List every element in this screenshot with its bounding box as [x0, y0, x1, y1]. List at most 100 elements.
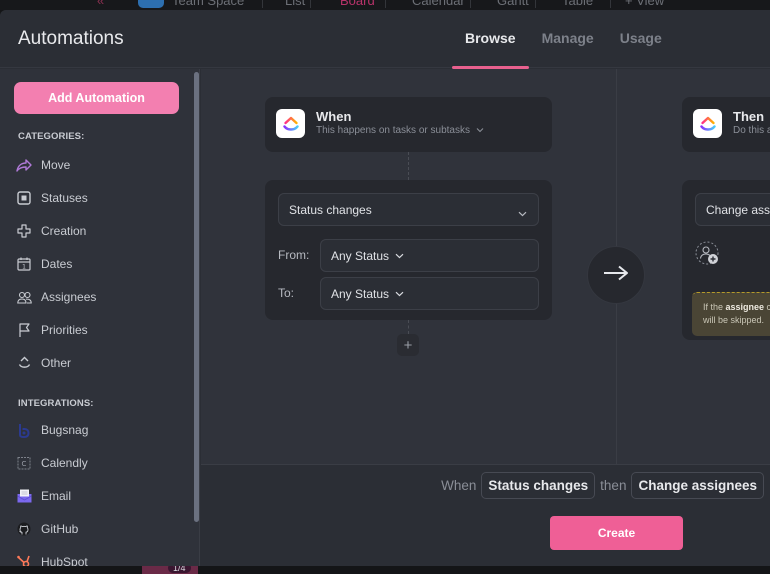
calendly-icon: C	[16, 455, 32, 471]
action-select[interactable]: Change assig	[695, 193, 770, 226]
categories-label: CATEGORIES:	[18, 131, 85, 142]
when-subtitle: This happens on tasks or subtasks	[316, 125, 470, 136]
modal-header: Automations Browse Manage Usage	[0, 10, 770, 69]
summary-then-word: then	[600, 478, 627, 493]
sidebar-item-assignees[interactable]: Assignees	[14, 285, 184, 309]
email-icon	[16, 488, 32, 504]
divider	[262, 0, 263, 8]
plus-outline-icon	[16, 223, 32, 239]
sidebar-item-github[interactable]: GitHub	[14, 517, 184, 541]
sidebar-item-dates[interactable]: 1 Dates	[14, 252, 184, 276]
add-view-button[interactable]: + View	[625, 0, 664, 8]
modal-title: Automations	[18, 28, 124, 49]
clickup-logo-icon	[276, 109, 305, 138]
tab-usage[interactable]: Usage	[607, 10, 675, 68]
sidebar-item-label: GitHub	[41, 522, 79, 536]
sidebar-item-calendly[interactable]: C Calendly	[14, 451, 184, 475]
sidebar-item-label: Priorities	[41, 323, 88, 337]
add-assignee-button[interactable]	[695, 241, 721, 272]
chevron-down-icon	[476, 125, 484, 136]
background-app-bottombar: 1/4	[0, 566, 770, 574]
automation-summary: When Status changes then Change assignee…	[441, 472, 764, 499]
bugsnag-icon	[16, 422, 32, 438]
space-name[interactable]: Team Space	[172, 0, 244, 8]
chevron-down-icon	[395, 253, 404, 259]
divider	[470, 0, 471, 8]
when-title: When	[316, 109, 352, 124]
sidebar-item-label: Bugsnag	[41, 423, 89, 437]
view-tab-calendar[interactable]: Calendar	[412, 0, 465, 8]
tab-browse[interactable]: Browse	[452, 10, 529, 69]
view-tab-gantt[interactable]: Gantt	[497, 0, 529, 8]
sidebar-scrollbar[interactable]	[194, 72, 199, 522]
then-subtitle[interactable]: Do this a	[733, 125, 770, 136]
github-icon	[16, 521, 32, 537]
move-arrow-icon	[16, 157, 32, 173]
create-button[interactable]: Create	[550, 516, 683, 550]
sidebar-item-label: Calendly	[41, 456, 88, 470]
view-tab-list[interactable]: List	[285, 0, 305, 8]
tab-manage[interactable]: Manage	[529, 10, 607, 68]
automation-footer: When Status changes then Change assignee…	[201, 464, 770, 566]
summary-when-word: When	[441, 478, 477, 493]
sidebar-item-label: Creation	[41, 224, 87, 238]
sidebar-item-label: Statuses	[41, 191, 88, 205]
divider	[310, 0, 311, 8]
sidebar-item-label: Email	[41, 489, 72, 503]
chevron-down-icon	[395, 291, 404, 297]
sidebar-item-priorities[interactable]: Priorities	[14, 318, 184, 342]
to-label: To:	[278, 286, 295, 300]
connector-line	[408, 320, 409, 334]
background-pill: 1/4	[142, 566, 198, 574]
divider	[385, 0, 386, 8]
modal-tabs: Browse Manage Usage	[452, 10, 675, 69]
svg-text:1: 1	[22, 264, 26, 271]
flag-icon	[16, 322, 32, 338]
sidebar-item-hubspot[interactable]: HubSpot	[14, 550, 184, 566]
status-square-icon	[16, 190, 32, 206]
collapse-sidebar-button[interactable]: «	[97, 0, 104, 8]
summary-action-chip[interactable]: Change assignees	[631, 472, 764, 499]
other-icon	[16, 355, 32, 371]
sidebar-item-label: Assignees	[41, 290, 97, 304]
warning-text-line2: will be skipped.	[703, 315, 765, 325]
chevron-down-icon	[518, 206, 527, 220]
sidebar-item-statuses[interactable]: Statuses	[14, 186, 184, 210]
summary-trigger-chip[interactable]: Status changes	[481, 472, 596, 499]
divider	[610, 0, 611, 8]
warning-text: If the assignee c	[703, 302, 770, 312]
trigger-select[interactable]: Status changes	[278, 193, 539, 226]
sidebar-item-other[interactable]: Other	[14, 351, 184, 375]
sidebar-item-label: Move	[41, 158, 71, 172]
sidebar-item-email[interactable]: Email	[14, 484, 184, 508]
view-tab-table[interactable]: Table	[562, 0, 593, 8]
from-status-select[interactable]: Any Status	[320, 239, 539, 272]
page-counter: 1/4	[168, 566, 191, 573]
sidebar-item-creation[interactable]: Creation	[14, 219, 184, 243]
integrations-label: INTEGRATIONS:	[18, 398, 94, 409]
then-header-card: Then Do this a	[682, 97, 770, 152]
add-condition-button[interactable]: +	[397, 334, 419, 356]
skip-warning: If the assignee c will be skipped.	[692, 292, 770, 336]
then-title: Then	[733, 109, 765, 124]
to-status-select[interactable]: Any Status	[320, 277, 539, 310]
sidebar-item-bugsnag[interactable]: Bugsnag	[14, 418, 184, 442]
view-tab-board[interactable]: Board	[340, 0, 375, 8]
people-icon	[16, 289, 32, 305]
from-label: From:	[278, 248, 310, 262]
sidebar: Add Automation CATEGORIES: Move Statuses…	[0, 69, 200, 566]
sidebar-item-label: Dates	[41, 257, 73, 271]
sidebar-item-move[interactable]: Move	[14, 153, 184, 177]
arrow-right-icon	[603, 265, 629, 286]
calendar-icon: 1	[16, 256, 32, 272]
automations-modal: Automations Browse Manage Usage Add Auto…	[0, 10, 770, 566]
add-automation-button[interactable]: Add Automation	[14, 82, 179, 114]
when-config-card: Status changes From: Any Status To: Any …	[265, 180, 552, 320]
automation-builder-canvas: When This happens on tasks or subtasks S…	[201, 69, 770, 464]
when-subtitle-dropdown[interactable]: This happens on tasks or subtasks	[316, 125, 484, 136]
from-status-value: Any Status	[331, 248, 390, 263]
when-header-card: When This happens on tasks or subtasks	[265, 97, 552, 152]
clickup-logo-icon	[693, 109, 722, 138]
hubspot-icon	[16, 554, 32, 566]
svg-text:C: C	[22, 460, 27, 468]
